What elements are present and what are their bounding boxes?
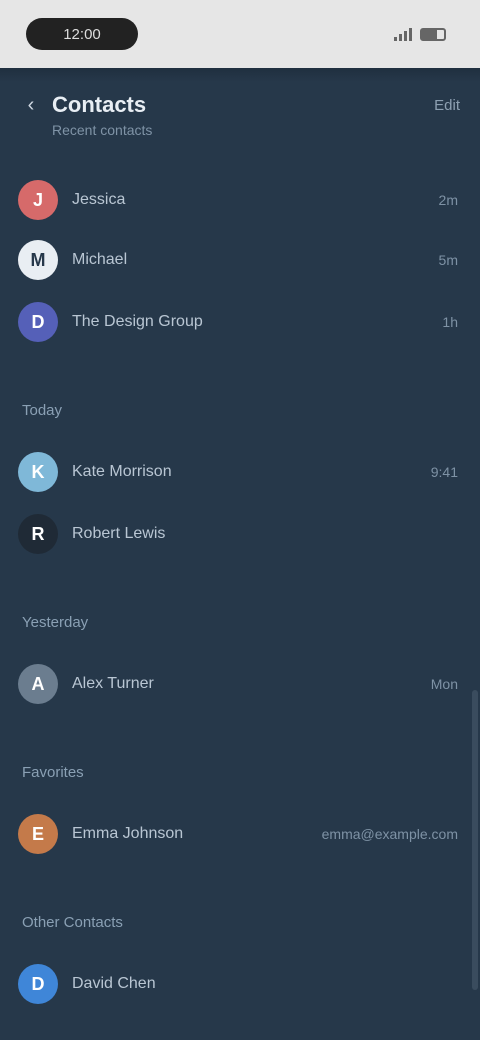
- contact-row[interactable]: E Emma Johnson emma@example.com: [18, 812, 458, 856]
- contact-row[interactable]: D David Chen: [18, 962, 458, 1006]
- contact-name: The Design Group: [72, 313, 203, 330]
- section-header-today: Today: [22, 402, 63, 419]
- contact-row[interactable]: A Alex Turner Mon: [18, 662, 458, 706]
- status-time-pill: 12:00: [26, 18, 138, 50]
- status-time: 12:00: [63, 25, 101, 43]
- edit-button[interactable]: Edit: [434, 97, 460, 114]
- contact-name: Jessica: [72, 191, 126, 208]
- section-header-other-contacts: Other Contacts: [22, 914, 123, 931]
- contact-meta: 5m: [438, 252, 458, 268]
- avatar: M: [18, 240, 58, 280]
- status-bar: 12:00: [0, 0, 480, 68]
- avatar: E: [18, 814, 58, 854]
- contact-meta: Mon: [430, 676, 458, 692]
- avatar: R: [18, 514, 58, 554]
- battery-icon: [420, 27, 446, 41]
- page-header: ‹ Contacts Edit Recent contacts: [20, 88, 460, 148]
- contact-meta: 9:41: [430, 464, 458, 480]
- contact-name: David Chen: [72, 975, 156, 992]
- contact-row[interactable]: K Kate Morrison 9:41: [18, 450, 458, 494]
- contact-name: Emma Johnson: [72, 825, 184, 842]
- contact-row[interactable]: R Robert Lewis: [18, 512, 458, 556]
- contact-row[interactable]: D The Design Group 1h: [18, 300, 458, 344]
- section-header-yesterday: Yesterday: [22, 614, 89, 631]
- contact-row[interactable]: J Jessica 2m: [18, 178, 458, 222]
- page-subtitle: Recent contacts: [52, 122, 153, 138]
- contact-name: Alex Turner: [72, 675, 154, 692]
- avatar: J: [18, 180, 58, 220]
- contact-name: Kate Morrison: [72, 463, 172, 480]
- avatar: A: [18, 664, 58, 704]
- contact-name: Robert Lewis: [72, 525, 166, 542]
- contact-email: emma@example.com: [321, 826, 458, 842]
- avatar: K: [18, 452, 58, 492]
- back-arrow-icon[interactable]: ‹: [20, 94, 42, 116]
- scrollbar[interactable]: [472, 690, 478, 990]
- header-shadow: [0, 68, 480, 82]
- page-title: Contacts: [52, 92, 147, 117]
- section-header-favorites: Favorites: [22, 764, 84, 781]
- contact-name: Michael: [72, 251, 128, 268]
- contact-meta: 2m: [438, 192, 458, 208]
- signal-icon: [394, 27, 412, 41]
- contact-meta: 1h: [442, 314, 458, 330]
- status-icons: [394, 27, 446, 41]
- contact-row[interactable]: M Michael 5m: [18, 238, 458, 282]
- avatar: D: [18, 964, 58, 1004]
- avatar: D: [18, 302, 58, 342]
